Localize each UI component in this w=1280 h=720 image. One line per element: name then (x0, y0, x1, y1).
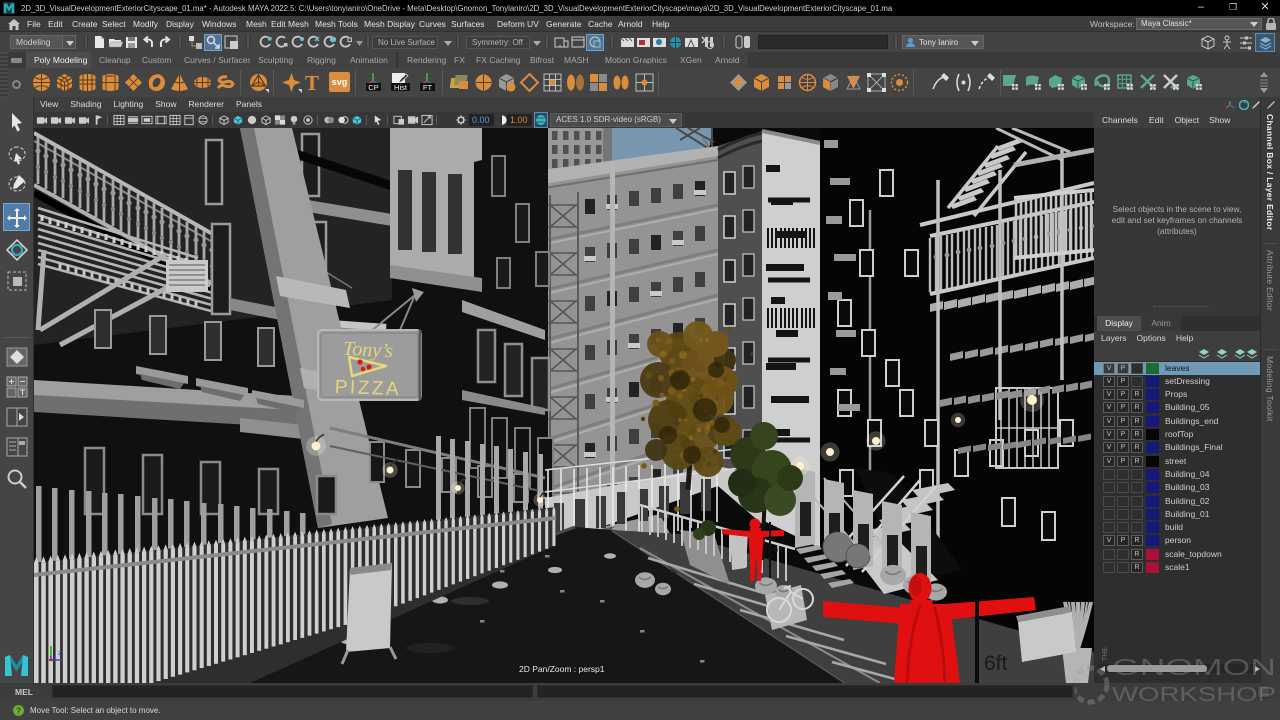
svg-text:z: z (58, 650, 62, 657)
svg-text:GNOMON: GNOMON (1112, 654, 1276, 680)
svg-text:FT: FT (423, 83, 433, 92)
svg-text:?: ? (16, 706, 21, 715)
svg-text:2D Pan/Zoom : persp1: 2D Pan/Zoom : persp1 (519, 664, 605, 674)
svg-text:THE: THE (1102, 647, 1109, 661)
svg-text:6ft: 6ft (774, 545, 784, 554)
svg-text:Hist: Hist (394, 83, 408, 92)
svg-text:PIZZA: PIZZA (334, 377, 401, 400)
svg-text:6ft: 6ft (984, 652, 1008, 675)
svg-text:WORKSHOP: WORKSHOP (1112, 684, 1276, 705)
svg-text:CP: CP (368, 83, 378, 92)
